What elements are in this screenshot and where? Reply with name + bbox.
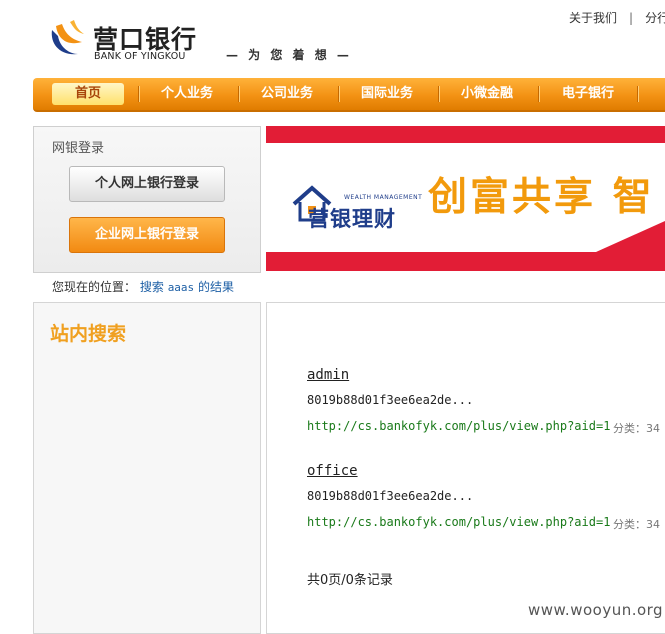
search-results: admin 8019b88d01f3ee6ea2de... http://cs.… bbox=[266, 302, 665, 634]
nav-separator bbox=[438, 86, 440, 102]
online-banking-login-panel: 网银登录 个人网上银行登录 企业网上银行登录 bbox=[33, 126, 261, 273]
header-slogan: — 为 您 着 想 — bbox=[226, 48, 352, 62]
nav-separator bbox=[538, 86, 540, 102]
banner-slogan: 创富共享 智 bbox=[428, 174, 655, 220]
promo-banner[interactable]: WEALTH MANAGEMENT 营银理财 创富共享 智 bbox=[266, 126, 665, 271]
top-link-separator: | bbox=[629, 11, 634, 25]
result-url[interactable]: http://cs.bankofyk.com/plus/view.php?aid… bbox=[307, 419, 610, 433]
corporate-banking-login-button[interactable]: 企业网上银行登录 bbox=[69, 217, 225, 253]
nav-e-banking[interactable]: 电子银行 bbox=[547, 78, 629, 110]
result-title[interactable]: admin bbox=[307, 367, 349, 383]
top-links: 关于我们 | 分行 bbox=[569, 9, 665, 26]
result-description: 8019b88d01f3ee6ea2de... bbox=[307, 489, 474, 503]
nav-separator bbox=[238, 86, 240, 102]
result-category: 分类：34 bbox=[613, 422, 660, 435]
nav-home[interactable]: 首页 bbox=[52, 83, 124, 105]
breadcrumb: 您现在的位置： 搜索 aaas 的结果 bbox=[52, 278, 234, 295]
banner-wedge bbox=[596, 221, 665, 252]
nav-separator bbox=[138, 86, 140, 102]
bank-logo-icon[interactable] bbox=[48, 20, 86, 60]
site-search-title: 站内搜索 bbox=[50, 323, 127, 345]
nav-separator bbox=[338, 86, 340, 102]
result-url[interactable]: http://cs.bankofyk.com/plus/view.php?aid… bbox=[307, 515, 610, 529]
branch-link[interactable]: 分行 bbox=[645, 9, 665, 26]
breadcrumb-keyword: aaas bbox=[167, 281, 195, 294]
breadcrumb-prefix: 您现在的位置： bbox=[52, 280, 137, 294]
result-description: 8019b88d01f3ee6ea2de... bbox=[307, 393, 474, 407]
main-nav: 首页 个人业务 公司业务 国际业务 小微金融 电子银行 bbox=[33, 78, 665, 112]
nav-corporate[interactable]: 公司业务 bbox=[247, 78, 327, 110]
about-us-link[interactable]: 关于我们 bbox=[569, 9, 617, 26]
site-search-panel: 站内搜索 bbox=[33, 302, 261, 634]
nav-personal[interactable]: 个人业务 bbox=[147, 78, 227, 110]
login-panel-title: 网银登录 bbox=[52, 141, 105, 156]
breadcrumb-suffix: 的结果 bbox=[198, 280, 235, 294]
banner-top-stripe bbox=[266, 126, 665, 143]
result-title[interactable]: office bbox=[307, 463, 358, 479]
banner-brand: 营银理财 bbox=[308, 207, 396, 231]
personal-banking-login-button[interactable]: 个人网上银行登录 bbox=[69, 166, 225, 202]
banner-bottom-stripe bbox=[266, 252, 665, 271]
watermark: www.wooyun.org bbox=[528, 601, 664, 619]
bank-name-en: BANK OF YINGKOU bbox=[94, 51, 186, 62]
result-category: 分类：34 bbox=[613, 518, 660, 531]
breadcrumb-search-link[interactable]: 搜索 bbox=[140, 280, 164, 294]
nav-international[interactable]: 国际业务 bbox=[347, 78, 427, 110]
nav-separator bbox=[637, 86, 639, 102]
result-summary: 共0页/0条记录 bbox=[307, 573, 393, 588]
banner-small-caption: WEALTH MANAGEMENT bbox=[344, 194, 423, 201]
nav-micro-finance[interactable]: 小微金融 bbox=[447, 78, 527, 110]
